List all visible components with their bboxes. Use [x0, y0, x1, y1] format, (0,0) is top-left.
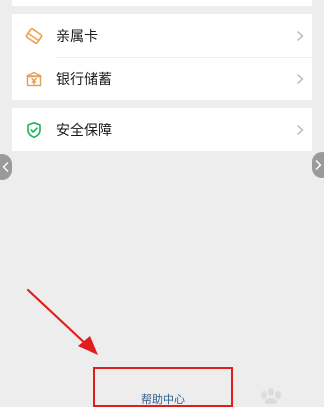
chevron-right-icon — [297, 124, 304, 135]
chevron-left-icon — [2, 162, 9, 172]
next-page-handle[interactable] — [312, 152, 324, 178]
chevron-right-icon — [315, 160, 322, 170]
menu-item-bank-savings[interactable]: 银行储蓄 — [12, 57, 312, 100]
menu-group-top-partial — [12, 0, 312, 6]
shield-check-icon — [27, 121, 41, 138]
bank-savings-icon — [26, 71, 42, 86]
menu-group-security: 安全保障 — [12, 108, 312, 151]
menu-item-label: 银行储蓄 — [56, 71, 112, 88]
help-center-highlight: 帮助中心 — [93, 367, 233, 407]
menu-item-label: 安全保障 — [56, 122, 112, 139]
chevron-right-icon — [297, 73, 304, 84]
menu-group-finance: 亲属卡 银行储蓄 — [12, 14, 312, 100]
menu-item-relative-card[interactable]: 亲属卡 — [12, 14, 312, 58]
annotation-arrow-icon — [26, 288, 98, 355]
paw-watermark-icon — [261, 388, 281, 404]
menu-item-label: 亲属卡 — [56, 28, 98, 45]
menu-item-security[interactable]: 安全保障 — [12, 108, 312, 151]
help-center-link[interactable]: 帮助中心 — [95, 391, 231, 407]
previous-page-handle[interactable] — [0, 154, 12, 180]
chevron-right-icon — [297, 30, 304, 41]
relative-card-icon — [25, 27, 43, 44]
